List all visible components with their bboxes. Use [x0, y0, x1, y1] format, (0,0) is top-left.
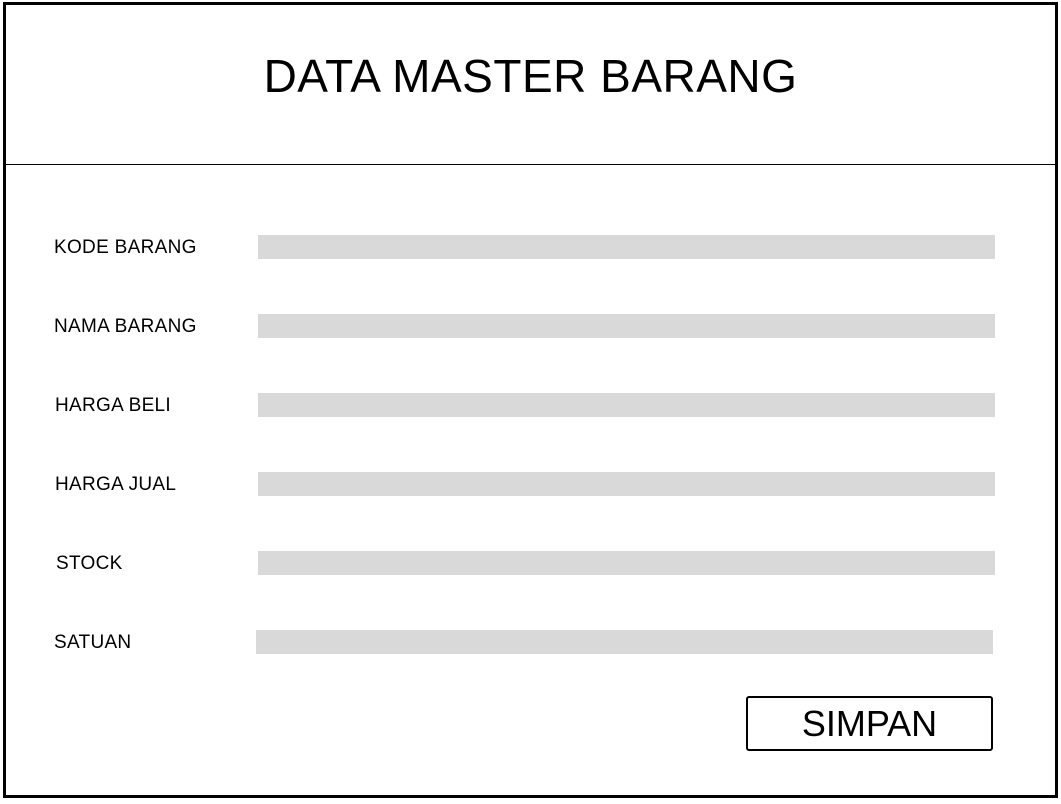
harga-beli-input[interactable] — [258, 393, 995, 417]
simpan-button[interactable]: SIMPAN — [746, 696, 993, 751]
nama-barang-input[interactable] — [258, 314, 995, 338]
label-harga-beli: HARGA BELI — [55, 395, 171, 416]
satuan-input[interactable] — [256, 630, 993, 654]
label-nama-barang: NAMA BARANG — [54, 316, 197, 337]
label-satuan: SATUAN — [54, 632, 132, 653]
label-stock: STOCK — [56, 553, 123, 574]
page-title: DATA MASTER BARANG — [263, 50, 798, 102]
form-window: DATA MASTER BARANG KODE BARANG NAMA BARA… — [3, 2, 1058, 798]
label-harga-jual: HARGA JUAL — [55, 474, 177, 495]
stock-input[interactable] — [258, 551, 995, 575]
header: DATA MASTER BARANG — [6, 5, 1055, 165]
kode-barang-input[interactable] — [258, 235, 995, 259]
harga-jual-input[interactable] — [258, 472, 995, 496]
label-kode-barang: KODE BARANG — [54, 237, 197, 258]
